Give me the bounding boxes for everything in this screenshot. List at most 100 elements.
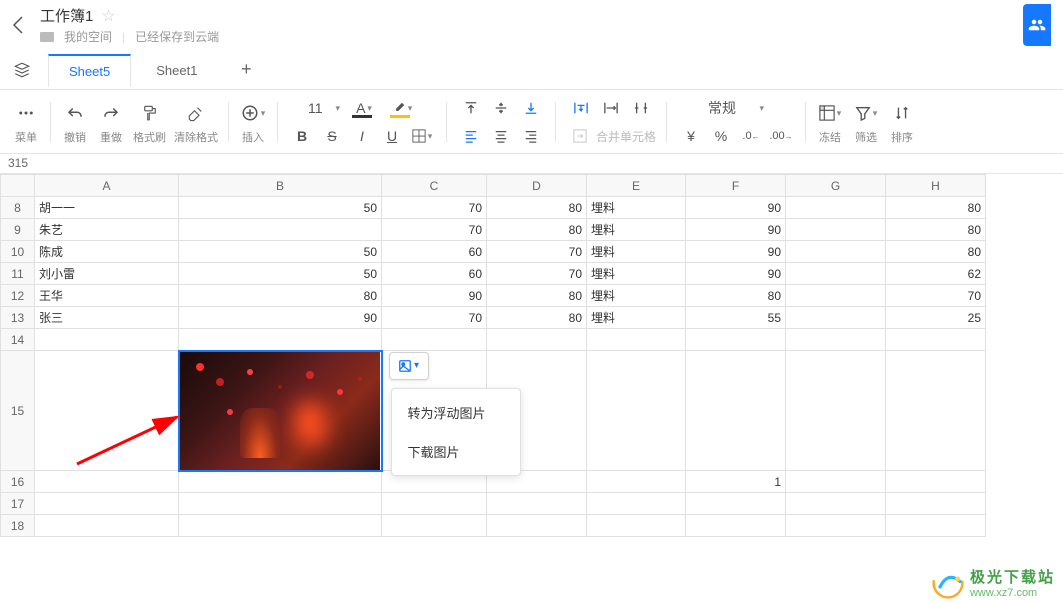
cell[interactable]: 55 xyxy=(686,307,786,329)
align-center-button[interactable] xyxy=(487,122,515,150)
column-header[interactable]: C xyxy=(382,175,487,197)
sheet-tab-sheet5[interactable]: Sheet5 xyxy=(48,54,131,87)
column-header[interactable]: D xyxy=(487,175,587,197)
undo-button[interactable] xyxy=(61,99,89,127)
align-left-button[interactable] xyxy=(457,122,485,150)
cell[interactable]: 埋料 xyxy=(587,219,686,241)
row-header[interactable]: 12 xyxy=(1,285,35,307)
cell[interactable] xyxy=(179,471,382,493)
column-header[interactable]: A xyxy=(35,175,179,197)
cell[interactable]: 80 xyxy=(179,285,382,307)
select-all-corner[interactable] xyxy=(1,175,35,197)
cell[interactable] xyxy=(886,471,986,493)
format-painter-button[interactable] xyxy=(136,99,164,127)
cell[interactable] xyxy=(179,329,382,351)
row-header[interactable]: 18 xyxy=(1,515,35,537)
cell[interactable] xyxy=(587,493,686,515)
row-header[interactable]: 13 xyxy=(1,307,35,329)
layers-button[interactable] xyxy=(8,56,36,84)
column-header[interactable]: G xyxy=(786,175,886,197)
cell[interactable]: 朱艺 xyxy=(35,219,179,241)
cell[interactable] xyxy=(35,471,179,493)
cell[interactable]: 50 xyxy=(179,263,382,285)
cell[interactable]: 90 xyxy=(686,241,786,263)
cell[interactable]: 70 xyxy=(382,219,487,241)
cell[interactable] xyxy=(179,493,382,515)
image-toolbar[interactable]: ▾ xyxy=(389,352,429,380)
font-size-select[interactable]: 11 ▾ xyxy=(304,94,344,122)
cell[interactable]: 25 xyxy=(886,307,986,329)
cell[interactable] xyxy=(786,263,886,285)
border-button[interactable]: ▾ xyxy=(408,122,436,150)
cell[interactable]: 80 xyxy=(886,241,986,263)
cell[interactable] xyxy=(587,329,686,351)
cell[interactable] xyxy=(886,351,986,471)
italic-button[interactable]: I xyxy=(348,122,376,150)
cell[interactable]: 90 xyxy=(686,197,786,219)
cell[interactable]: 张三 xyxy=(35,307,179,329)
cell[interactable] xyxy=(587,351,686,471)
star-icon[interactable]: ☆ xyxy=(101,6,115,26)
cell[interactable]: 埋料 xyxy=(587,263,686,285)
cell[interactable] xyxy=(786,329,886,351)
row-header[interactable]: 15 xyxy=(1,351,35,471)
underline-button[interactable]: U xyxy=(378,122,406,150)
cell[interactable]: 80 xyxy=(487,197,587,219)
cell[interactable]: 80 xyxy=(487,285,587,307)
cell[interactable] xyxy=(686,493,786,515)
column-header[interactable]: E xyxy=(587,175,686,197)
cell[interactable] xyxy=(786,307,886,329)
cell[interactable]: 埋料 xyxy=(587,197,686,219)
cell-reference[interactable]: 315 xyxy=(0,154,1063,174)
cell[interactable]: 62 xyxy=(886,263,986,285)
cell[interactable]: 80 xyxy=(886,219,986,241)
embedded-image[interactable] xyxy=(180,352,380,470)
folder-name[interactable]: 我的空间 xyxy=(64,28,112,45)
share-button[interactable] xyxy=(1023,4,1051,46)
increase-decimal-button[interactable]: .00→ xyxy=(767,122,795,150)
cell[interactable] xyxy=(786,471,886,493)
filter-button[interactable]: ▾ xyxy=(852,99,880,127)
valign-top-button[interactable] xyxy=(457,94,485,122)
align-right-button[interactable] xyxy=(517,122,545,150)
cell[interactable]: 90 xyxy=(686,219,786,241)
sheet-tab-sheet1[interactable]: Sheet1 xyxy=(135,53,218,86)
cell[interactable]: 80 xyxy=(886,197,986,219)
cell[interactable] xyxy=(35,351,179,471)
cell[interactable] xyxy=(487,329,587,351)
freeze-button[interactable]: ▾ xyxy=(816,99,844,127)
cell[interactable]: 王华 xyxy=(35,285,179,307)
sort-button[interactable] xyxy=(888,99,916,127)
cell[interactable]: 70 xyxy=(382,197,487,219)
cell[interactable]: 50 xyxy=(179,241,382,263)
cell[interactable]: 70 xyxy=(487,241,587,263)
text-color-button[interactable]: A▾ xyxy=(346,94,382,122)
cell[interactable] xyxy=(35,329,179,351)
cell[interactable] xyxy=(487,515,587,537)
bold-button[interactable]: B xyxy=(288,122,316,150)
row-header[interactable]: 9 xyxy=(1,219,35,241)
cell[interactable] xyxy=(786,241,886,263)
cell[interactable] xyxy=(786,285,886,307)
cell[interactable]: 陈成 xyxy=(35,241,179,263)
cell[interactable]: 90 xyxy=(179,307,382,329)
percent-button[interactable]: % xyxy=(707,122,735,150)
cell[interactable] xyxy=(786,219,886,241)
cell[interactable]: 60 xyxy=(382,263,487,285)
cell[interactable]: 刘小雷 xyxy=(35,263,179,285)
column-header[interactable]: F xyxy=(686,175,786,197)
cell[interactable]: 60 xyxy=(382,241,487,263)
redo-button[interactable] xyxy=(97,99,125,127)
currency-button[interactable]: ¥ xyxy=(677,122,705,150)
cell[interactable]: 80 xyxy=(487,307,587,329)
insert-button[interactable]: ▾ xyxy=(239,99,267,127)
strikethrough-button[interactable]: S xyxy=(318,122,346,150)
cell[interactable] xyxy=(686,351,786,471)
cell[interactable]: 80 xyxy=(686,285,786,307)
cell[interactable] xyxy=(382,515,487,537)
document-title[interactable]: 工作簿1 xyxy=(40,5,93,26)
column-header[interactable]: H xyxy=(886,175,986,197)
cell[interactable] xyxy=(587,515,686,537)
menu-item-convert-floating[interactable]: 转为浮动图片 xyxy=(392,393,520,432)
wrap-button[interactable] xyxy=(567,94,595,122)
